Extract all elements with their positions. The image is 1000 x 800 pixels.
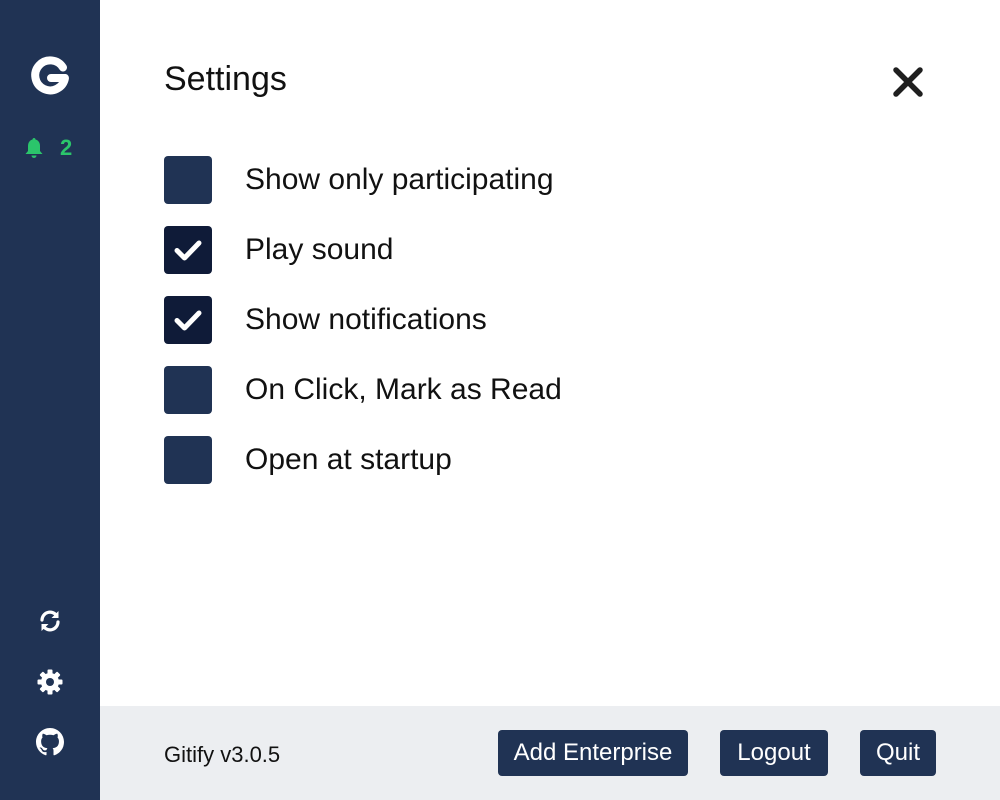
- option-mark-as-read-on-click[interactable]: On Click, Mark as Read: [164, 366, 562, 414]
- close-button[interactable]: [888, 64, 928, 104]
- logout-button[interactable]: Logout: [720, 730, 828, 776]
- github-icon: [36, 728, 64, 756]
- sidebar: 2: [0, 0, 100, 800]
- option-show-only-participating[interactable]: Show only participating: [164, 156, 562, 204]
- settings-options: Show only participating Play sound Show …: [164, 156, 562, 506]
- option-label: Show notifications: [245, 303, 487, 336]
- settings-panel: Settings Show only participating Play so…: [100, 0, 1000, 706]
- github-button[interactable]: [35, 727, 65, 757]
- check-icon: [173, 235, 203, 265]
- footer: Gitify v3.0.5 Add Enterprise Logout Quit: [100, 706, 1000, 800]
- app-version: Gitify v3.0.5: [164, 742, 281, 767]
- page-title: Settings: [164, 60, 287, 98]
- refresh-button[interactable]: [35, 606, 65, 636]
- checkbox-show-only-participating[interactable]: [164, 156, 212, 204]
- add-enterprise-button[interactable]: Add Enterprise: [498, 730, 688, 776]
- option-open-at-startup[interactable]: Open at startup: [164, 436, 562, 484]
- bell-icon: [22, 136, 46, 160]
- option-show-notifications[interactable]: Show notifications: [164, 296, 562, 344]
- gitify-app: 2 Settings Show only participating Play …: [0, 0, 1000, 800]
- checkbox-play-sound[interactable]: [164, 226, 212, 274]
- settings-button[interactable]: [35, 667, 65, 697]
- notifications-indicator[interactable]: 2: [22, 134, 72, 162]
- option-label: On Click, Mark as Read: [245, 373, 562, 406]
- checkbox-open-at-startup[interactable]: [164, 436, 212, 484]
- gear-icon: [36, 668, 64, 696]
- notification-count: 2: [60, 135, 73, 160]
- option-play-sound[interactable]: Play sound: [164, 226, 562, 274]
- option-label: Show only participating: [245, 163, 554, 196]
- checkbox-show-notifications[interactable]: [164, 296, 212, 344]
- gitify-logo-icon[interactable]: [29, 55, 71, 97]
- quit-button[interactable]: Quit: [860, 730, 936, 776]
- checkbox-mark-as-read-on-click[interactable]: [164, 366, 212, 414]
- refresh-icon: [37, 608, 63, 634]
- option-label: Open at startup: [245, 443, 452, 476]
- option-label: Play sound: [245, 233, 394, 266]
- close-icon: [892, 66, 924, 103]
- check-icon: [173, 305, 203, 335]
